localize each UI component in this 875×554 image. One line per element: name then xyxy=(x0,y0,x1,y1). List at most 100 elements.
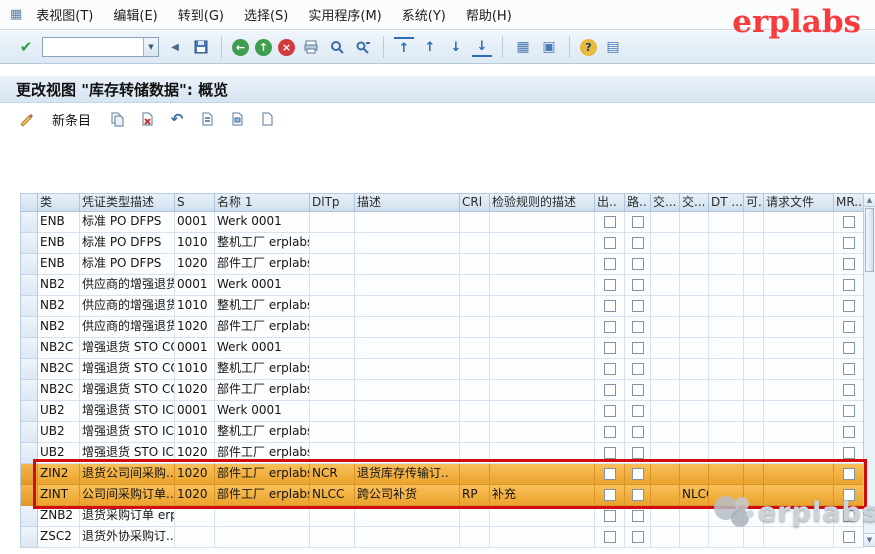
cell-name[interactable]: Werk 0001 xyxy=(215,338,310,359)
cell-rule[interactable] xyxy=(490,296,595,317)
checkbox[interactable] xyxy=(631,531,644,543)
select-block-icon[interactable] xyxy=(227,109,247,129)
scroll-down-icon[interactable]: ▼ xyxy=(864,533,875,546)
checkbox[interactable] xyxy=(631,321,644,333)
cell-desc[interactable] xyxy=(355,401,460,422)
cell-s[interactable]: 0001 xyxy=(175,212,215,233)
checkbox[interactable] xyxy=(842,237,855,249)
cell-s[interactable]: 1020 xyxy=(175,317,215,338)
cell-desc[interactable] xyxy=(355,359,460,380)
cell-dltp[interactable] xyxy=(310,275,355,296)
cell-req[interactable] xyxy=(764,359,834,380)
checkbox[interactable] xyxy=(842,216,855,228)
cell-name[interactable]: 整机工厂 erplabs.. xyxy=(215,359,310,380)
cell-ok[interactable] xyxy=(744,317,764,338)
cell-req[interactable] xyxy=(764,380,834,401)
cell-req[interactable] xyxy=(764,401,834,422)
table-row[interactable]: ZIN2退货公司间采购..1020部件工厂 erplabs..NCR退货库存传输… xyxy=(21,464,864,485)
cell-x2[interactable] xyxy=(680,464,709,485)
column-header[interactable]: 描述 xyxy=(355,194,460,212)
cell-ok[interactable] xyxy=(744,212,764,233)
cell-crl[interactable] xyxy=(460,254,490,275)
undo-icon[interactable]: ↶ xyxy=(167,109,187,129)
checkbox[interactable] xyxy=(631,363,644,375)
table-row[interactable]: ENB 标准 PO DFPS 0001 Werk 0001 xyxy=(21,212,864,233)
cell-dt[interactable] xyxy=(709,212,744,233)
cell-dltp[interactable] xyxy=(310,338,355,359)
help-icon[interactable]: ? xyxy=(580,38,597,56)
table-row[interactable]: NB2C增强退货 STO CC1010整机工厂 erplabs.. xyxy=(21,359,864,380)
cell-dt[interactable] xyxy=(709,464,744,485)
cell-doc[interactable]: 供应商的增强退货 xyxy=(80,317,175,338)
checkbox[interactable] xyxy=(842,447,855,459)
cell-ok[interactable] xyxy=(744,401,764,422)
cell-doc[interactable]: 增强退货 STO CC xyxy=(80,359,175,380)
cell-dt[interactable] xyxy=(709,296,744,317)
checkbox[interactable] xyxy=(603,216,616,228)
checkbox[interactable] xyxy=(603,531,616,543)
cell-ok[interactable] xyxy=(744,338,764,359)
cell-name[interactable]: 部件工厂 erplabs.. xyxy=(215,464,310,485)
cell-x2[interactable] xyxy=(680,380,709,401)
cell-desc[interactable]: 退货库存传输订.. xyxy=(355,464,460,485)
cell-name[interactable]: 整机工厂 erplabs.. xyxy=(215,422,310,443)
column-header[interactable]: 凭证类型描述 xyxy=(80,194,175,212)
row-selector[interactable] xyxy=(21,380,38,401)
customize-layout-icon[interactable]: ▤ xyxy=(603,37,623,57)
checkbox[interactable] xyxy=(842,279,855,291)
checkbox[interactable] xyxy=(603,237,616,249)
delete-icon[interactable] xyxy=(137,109,157,129)
checkbox[interactable] xyxy=(631,216,644,228)
cell-dt[interactable] xyxy=(709,380,744,401)
checkbox[interactable] xyxy=(842,342,855,354)
menu-item-4[interactable]: 实用程序(M) xyxy=(298,1,391,28)
cell-desc[interactable] xyxy=(355,275,460,296)
table-row[interactable]: UB2增强退货 STO IC1010整机工厂 erplabs.. xyxy=(21,422,864,443)
column-header[interactable]: DlTp xyxy=(310,194,355,212)
checkbox[interactable] xyxy=(603,426,616,438)
cell-crl[interactable] xyxy=(460,359,490,380)
checkbox[interactable] xyxy=(603,342,616,354)
cell-ok[interactable] xyxy=(744,422,764,443)
cell-rule[interactable] xyxy=(490,464,595,485)
cell-rule[interactable] xyxy=(490,380,595,401)
cell-ok[interactable] xyxy=(744,443,764,464)
next-page-icon[interactable]: ↓ xyxy=(446,37,466,57)
cell-type[interactable]: NB2C xyxy=(38,359,80,380)
cell-rule[interactable] xyxy=(490,233,595,254)
column-header[interactable]: 名称 1 xyxy=(215,194,310,212)
cell-doc[interactable]: 退货采购订单 erp.. xyxy=(80,506,175,527)
cell-rule[interactable] xyxy=(490,506,595,527)
column-header[interactable]: 交... xyxy=(680,194,709,212)
cell-crl[interactable]: RP xyxy=(460,485,490,506)
cell-dt[interactable] xyxy=(709,317,744,338)
cell-name[interactable]: 部件工厂 erplabs.. xyxy=(215,485,310,506)
cell-dt[interactable] xyxy=(709,443,744,464)
cell-dltp[interactable] xyxy=(310,254,355,275)
cell-s[interactable]: 1010 xyxy=(175,359,215,380)
cell-crl[interactable] xyxy=(460,380,490,401)
cell-x1[interactable] xyxy=(651,254,680,275)
checkbox[interactable] xyxy=(842,300,855,312)
cell-req[interactable] xyxy=(764,275,834,296)
checkbox[interactable] xyxy=(631,489,644,501)
cell-name[interactable]: Werk 0001 xyxy=(215,401,310,422)
cell-x1[interactable] xyxy=(651,212,680,233)
table-row[interactable]: UB2 增强退货 STO IC 0001 Werk 0001 xyxy=(21,401,864,422)
cell-desc[interactable] xyxy=(355,296,460,317)
checkbox[interactable] xyxy=(603,321,616,333)
cell-type[interactable]: ZINT xyxy=(38,485,80,506)
cell-s[interactable] xyxy=(175,506,215,527)
cell-desc[interactable] xyxy=(355,212,460,233)
cell-x1[interactable] xyxy=(651,401,680,422)
cell-desc[interactable] xyxy=(355,254,460,275)
checkbox[interactable] xyxy=(842,468,855,480)
cell-x1[interactable] xyxy=(651,380,680,401)
cell-type[interactable]: NB2 xyxy=(38,275,80,296)
cell-rule[interactable] xyxy=(490,422,595,443)
exit-icon[interactable]: ↑ xyxy=(255,38,272,56)
cell-type[interactable]: ZSC2 xyxy=(38,527,80,548)
cell-dltp[interactable] xyxy=(310,422,355,443)
cell-type[interactable]: NB2C xyxy=(38,338,80,359)
cell-dltp[interactable] xyxy=(310,527,355,548)
